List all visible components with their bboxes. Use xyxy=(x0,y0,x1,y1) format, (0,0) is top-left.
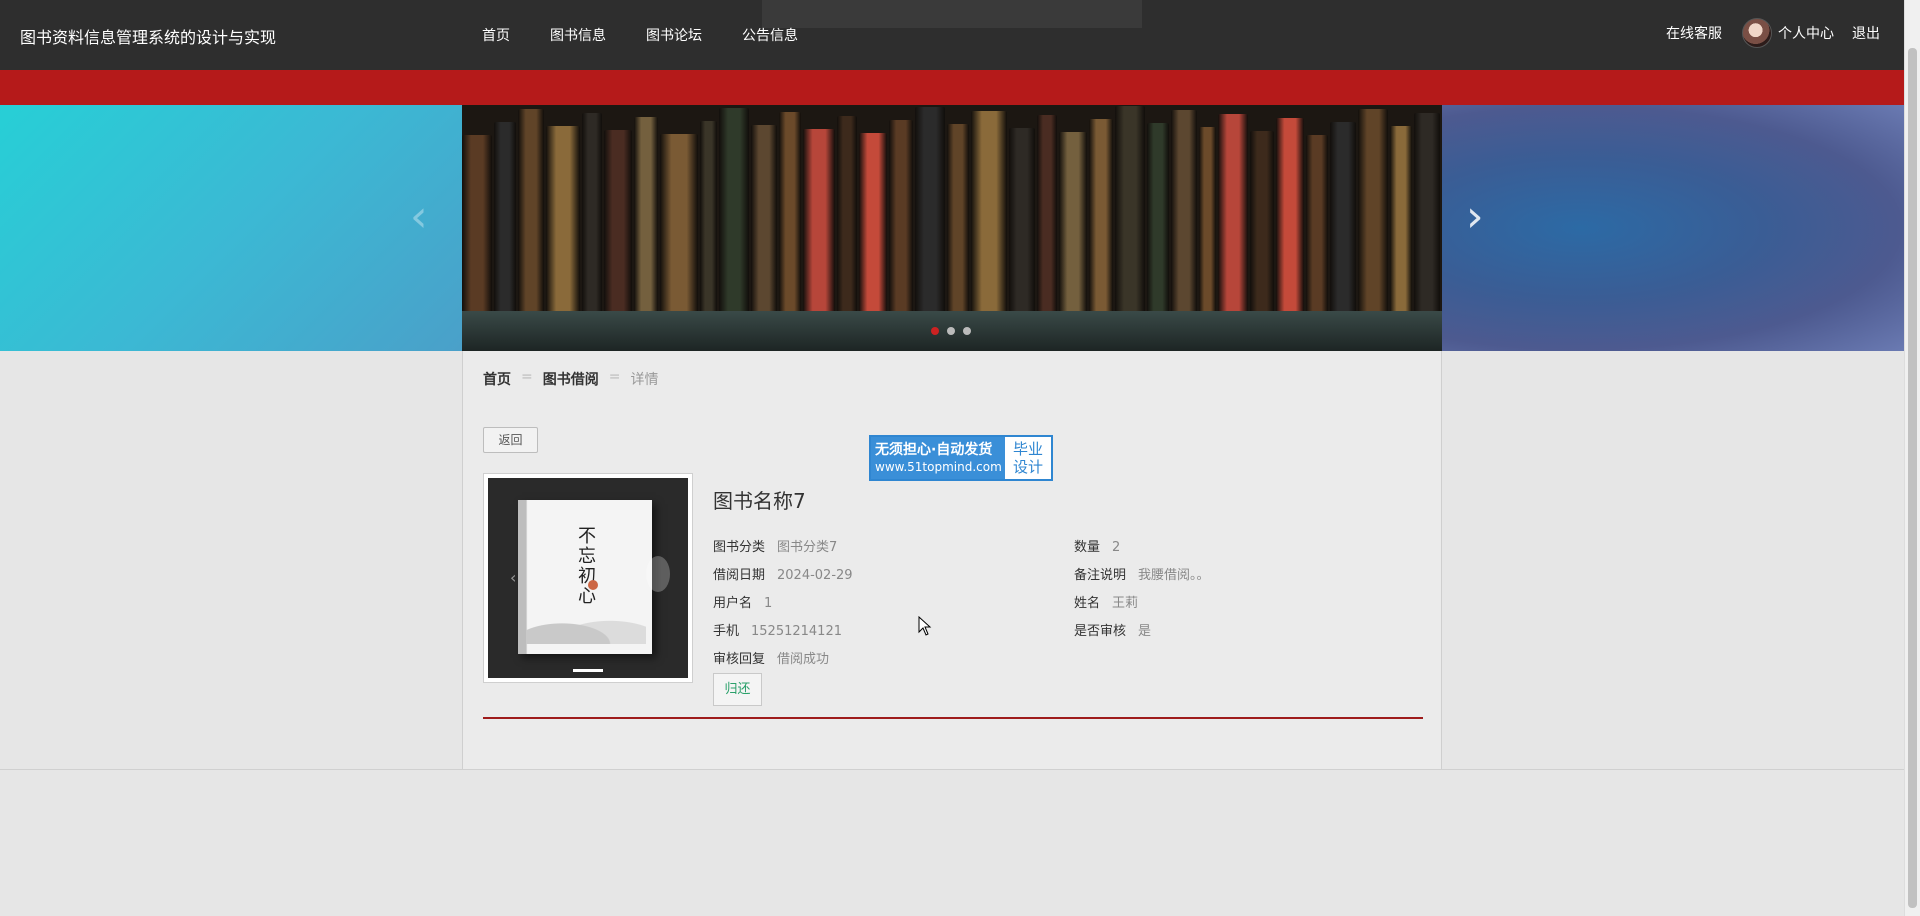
personal-center-link[interactable]: 个人中心 xyxy=(1778,23,1834,43)
breadcrumb-separator: = xyxy=(521,369,533,385)
user-menu: 在线客服 个人中心 退出 xyxy=(1666,18,1880,48)
watermark-side2: 设计 xyxy=(1012,458,1043,476)
cover-indicator[interactable] xyxy=(573,669,603,672)
cover-prev-icon[interactable]: ‹ xyxy=(510,568,516,587)
section-divider xyxy=(483,717,1423,719)
carousel-dot-3[interactable] xyxy=(963,327,971,335)
field-remark: 备注说明 我腰借阅。。 xyxy=(1074,568,1210,583)
bookshelf-book xyxy=(803,129,836,315)
bookshelf-book xyxy=(1008,128,1035,315)
field-username: 用户名 1 xyxy=(713,596,773,611)
bookshelf-book xyxy=(462,135,492,315)
nav-book-info[interactable]: 图书信息 xyxy=(550,25,606,45)
field-review-reply: 审核回复 借阅成功 xyxy=(713,652,830,667)
banner-bookshelf-image xyxy=(462,105,1442,351)
carousel-prev-icon[interactable]: ‹ xyxy=(410,191,428,242)
bookshelf-book xyxy=(1330,122,1357,315)
mouse-cursor-icon xyxy=(918,616,932,636)
field-phone: 手机 15251214121 xyxy=(713,624,842,639)
field-reviewed: 是否审核是 xyxy=(1074,624,1152,639)
field-quantity: 数量 2 xyxy=(1074,540,1121,555)
bookshelf-books xyxy=(462,105,1442,315)
online-service-link[interactable]: 在线客服 xyxy=(1666,23,1722,43)
bookshelf-book xyxy=(1114,106,1145,315)
carousel-next-icon[interactable]: › xyxy=(1466,191,1484,242)
nav-announcements[interactable]: 公告信息 xyxy=(742,25,798,45)
field-name: 姓名 王莉 xyxy=(1074,596,1139,611)
bookshelf-book xyxy=(1250,131,1275,315)
bookshelf-book xyxy=(1170,110,1197,315)
bookshelf-book xyxy=(947,124,969,315)
banner-side-left xyxy=(0,105,462,351)
bookshelf-book xyxy=(1358,109,1389,315)
breadcrumb-section[interactable]: 图书借阅 xyxy=(543,369,599,389)
breadcrumb: 首页 = 图书借阅 = 详情 xyxy=(483,369,658,389)
bookshelf-book xyxy=(1146,123,1169,315)
watermark-line2: www.51topmind.com xyxy=(875,460,1002,474)
bookshelf-book xyxy=(1088,119,1113,315)
bookshelf-book xyxy=(1198,127,1217,315)
main-nav: 首页 图书信息 图书论坛 公告信息 xyxy=(482,25,798,45)
bookshelf-book xyxy=(603,130,632,315)
nav-book-forum[interactable]: 图书论坛 xyxy=(646,25,702,45)
bookshelf-book xyxy=(859,133,888,315)
book-cover-carousel: 不忘初心 ‹ xyxy=(488,478,688,678)
bookshelf-book xyxy=(659,134,698,315)
accent-bar xyxy=(0,70,1904,105)
bookshelf-book xyxy=(970,111,1007,315)
site-title[interactable]: 图书资料信息管理系统的设计与实现 xyxy=(20,24,276,48)
field-category: 图书分类 图书分类7 xyxy=(713,540,838,555)
return-button[interactable]: 归还 xyxy=(713,673,762,706)
carousel-dot-2[interactable] xyxy=(947,327,955,335)
bookshelf-book xyxy=(1058,132,1087,315)
bookshelf-book xyxy=(1306,135,1329,315)
top-nav-bar: 图书资料信息管理系统的设计与实现 首页 图书信息 图书论坛 公告信息 在线客服 … xyxy=(0,0,1904,70)
carousel-dot-1[interactable] xyxy=(931,327,939,335)
bookshelf-book xyxy=(915,107,946,315)
book-cover-frame: 不忘初心 ‹ xyxy=(483,473,693,683)
banner-side-right xyxy=(1442,105,1904,351)
breadcrumb-current: 详情 xyxy=(630,372,659,388)
vertical-scrollbar[interactable] xyxy=(1904,0,1920,916)
field-borrow-date: 借阅日期 2024-02-29 xyxy=(713,568,853,583)
watermark-line1: 无须担心·自动发货 xyxy=(875,442,993,458)
bookshelf-book xyxy=(1036,115,1057,315)
bookshelf-book xyxy=(1276,118,1305,315)
logout-link[interactable]: 退出 xyxy=(1852,23,1880,43)
bookshelf-book xyxy=(1390,126,1413,315)
watermark-badge: 无须担心·自动发货 www.51topmind.com 毕业 设计 xyxy=(869,435,1053,481)
cover-stamp-icon xyxy=(588,580,598,590)
bookshelf-book xyxy=(889,120,914,315)
bookshelf-book xyxy=(779,112,802,315)
bookshelf-book xyxy=(1218,114,1249,315)
bookshelf-book xyxy=(493,122,516,315)
book-name: 图书名称7 xyxy=(713,489,806,513)
detail-panel: 首页 = 图书借阅 = 详情 返回 无须担心·自动发货 www.51topmin… xyxy=(462,351,1442,770)
avatar[interactable] xyxy=(1742,18,1772,48)
breadcrumb-home[interactable]: 首页 xyxy=(483,369,511,389)
bookshelf-book xyxy=(633,117,658,315)
bookshelf-book xyxy=(751,125,778,315)
bookshelf-book xyxy=(545,126,580,315)
bookshelf-book xyxy=(581,113,602,315)
search-overlay-box xyxy=(762,0,1142,28)
banner-carousel: ‹ › xyxy=(0,105,1904,351)
bookshelf-book xyxy=(699,121,718,315)
cover-title: 不忘初心 xyxy=(575,526,596,606)
nav-home[interactable]: 首页 xyxy=(482,25,510,45)
carousel-dots xyxy=(931,327,971,335)
bookshelf-book xyxy=(517,109,544,315)
breadcrumb-separator: = xyxy=(608,369,621,385)
bookshelf-book xyxy=(837,116,858,315)
footer-divider xyxy=(0,769,1904,770)
bookshelf-book xyxy=(719,108,750,315)
watermark-side1: 毕业 xyxy=(1012,440,1043,458)
scrollbar-thumb[interactable] xyxy=(1908,48,1917,908)
cover-next-icon[interactable] xyxy=(646,556,670,592)
back-button[interactable]: 返回 xyxy=(483,427,538,453)
bookshelf-book xyxy=(1414,113,1440,315)
